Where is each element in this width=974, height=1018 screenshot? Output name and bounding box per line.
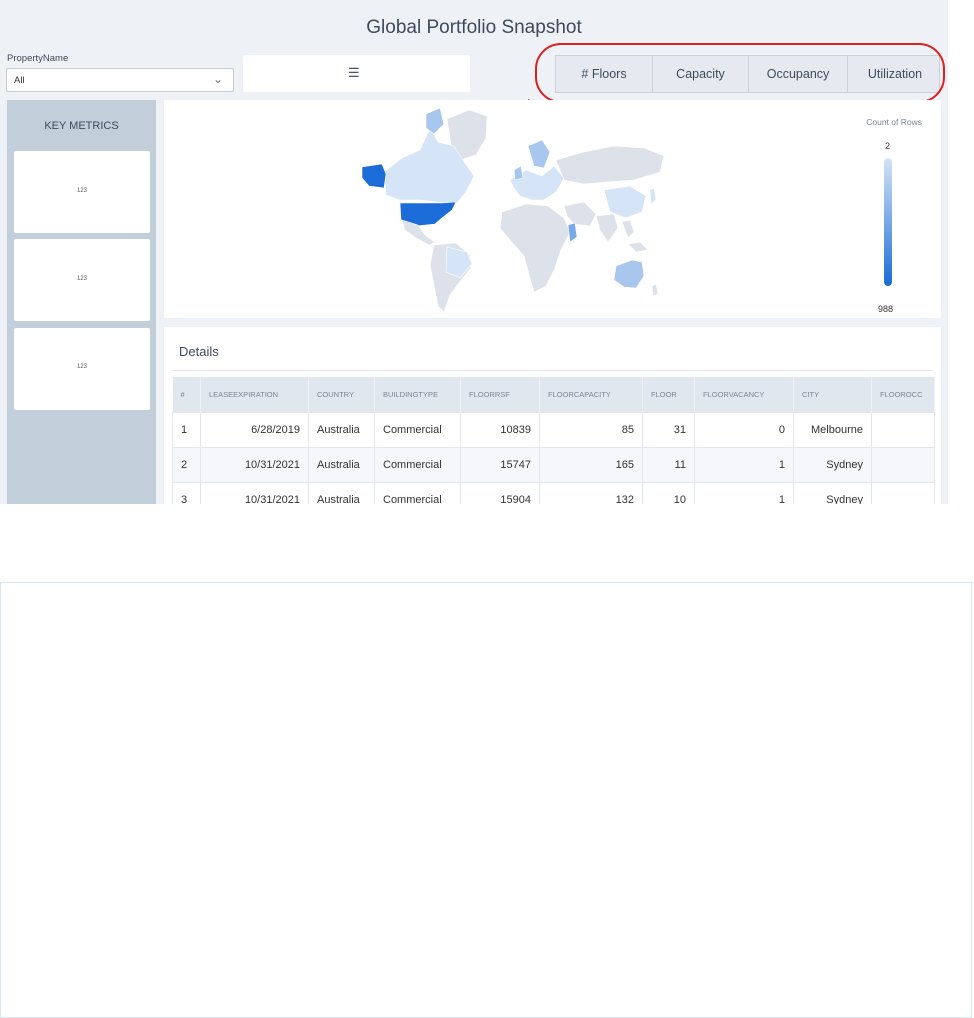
map-region-china	[603, 185, 647, 219]
table-cell: 3	[172, 482, 201, 504]
key-metrics-panel: KEY METRICS 123 123 123	[7, 100, 156, 504]
chevron-down-icon: ⌄	[212, 72, 223, 86]
table-cell: Commercial	[374, 412, 461, 448]
column-header[interactable]: FLOORCAPACITY	[539, 377, 643, 413]
table-header-row: # LEASEEXPIRATION COUNTRY BUILDINGTYPE F…	[172, 377, 935, 413]
map-region-alaska	[361, 163, 387, 189]
column-header[interactable]: BUILDINGTYPE	[374, 377, 461, 413]
metric-card[interactable]: 123	[14, 151, 150, 233]
details-panel: Details # LEASEEXPIRATION COUNTRY BUILDI…	[164, 327, 941, 504]
details-table: # LEASEEXPIRATION COUNTRY BUILDINGTYPE F…	[172, 377, 935, 504]
legend-gradient	[884, 158, 892, 286]
empty-frame	[0, 582, 972, 1018]
metric-value: 123	[76, 364, 87, 370]
page-title: Global Portfolio Snapshot	[366, 17, 582, 38]
map-region-uk	[513, 165, 524, 181]
table-cell: Australia	[308, 482, 375, 504]
world-map[interactable]	[164, 100, 941, 318]
map-region-arctic-islands	[425, 107, 445, 135]
map-region-brazil	[445, 246, 473, 279]
table-cell: 2	[172, 447, 201, 483]
map-region-southeast-asia	[621, 219, 635, 239]
table-cell: 6/28/2019	[200, 412, 309, 448]
world-map-panel: Count of Rows 2 988	[164, 100, 941, 318]
map-region-singapore	[567, 222, 578, 243]
column-header[interactable]: FLOOR	[642, 377, 695, 413]
table-cell: 10/31/2021	[200, 447, 309, 483]
divider	[172, 370, 933, 371]
table-cell: Sydney	[793, 482, 872, 504]
column-header[interactable]: #	[172, 377, 201, 413]
list-icon: ☰	[348, 65, 360, 80]
map-region-russia	[555, 145, 665, 185]
map-region-middle-east	[563, 201, 597, 227]
map-region-japan	[649, 187, 657, 205]
metric-value: 123	[76, 188, 87, 194]
map-region-new-zealand	[651, 283, 659, 297]
table-cell: Melbourne	[793, 412, 872, 448]
table-cell: 85	[539, 412, 643, 448]
legend-title: Count of Rows	[866, 117, 922, 127]
table-row[interactable]: 3 10/31/2021 Australia Commercial 15904 …	[172, 482, 935, 504]
metric-card[interactable]: 123	[14, 328, 150, 410]
column-header[interactable]: FLOOROCC	[871, 377, 935, 413]
table-cell: 0	[694, 412, 794, 448]
map-region-indonesia	[627, 241, 649, 253]
column-header[interactable]: CITY	[793, 377, 872, 413]
property-name-select[interactable]: All ⌄	[6, 68, 234, 92]
property-name-value: All	[14, 75, 25, 86]
column-header[interactable]: COUNTRY	[308, 377, 375, 413]
metric-value: 123	[76, 276, 87, 282]
table-cell: 11	[642, 447, 695, 483]
column-header[interactable]: FLOORRSF	[460, 377, 540, 413]
map-region-scandinavia	[527, 139, 551, 169]
table-cell: Commercial	[374, 447, 461, 483]
map-region-india	[595, 213, 619, 243]
table-cell: 165	[539, 447, 643, 483]
table-cell	[871, 412, 935, 448]
legend-min-label: 2	[885, 141, 891, 151]
key-metrics-heading: KEY METRICS	[44, 120, 119, 132]
column-header[interactable]: FLOORVACANCY	[694, 377, 794, 413]
table-cell: 10/31/2021	[200, 482, 309, 504]
table-cell: 15904	[460, 482, 540, 504]
map-region-australia	[613, 259, 645, 289]
table-cell: Australia	[308, 447, 375, 483]
table-cell: 1	[694, 482, 794, 504]
table-cell: 10	[642, 482, 695, 504]
property-filter-label: PropertyName	[7, 53, 69, 64]
table-cell: 31	[642, 412, 695, 448]
table-cell	[871, 447, 935, 483]
table-cell: 132	[539, 482, 643, 504]
table-cell	[871, 482, 935, 504]
map-region-africa	[499, 203, 571, 293]
details-title: Details	[179, 344, 219, 359]
list-view-button[interactable]: ☰	[243, 55, 470, 92]
metric-card[interactable]: 123	[14, 239, 150, 321]
highlight-oval	[535, 43, 945, 103]
table-cell: 1	[694, 447, 794, 483]
legend-max-label: 988	[878, 304, 894, 314]
dashboard: Global Portfolio Snapshot PropertyName A…	[0, 0, 948, 504]
table-row[interactable]: 1 6/28/2019 Australia Commercial 10839 8…	[172, 412, 935, 448]
table-cell: 15747	[460, 447, 540, 483]
table-cell: 1	[172, 412, 201, 448]
table-cell: Commercial	[374, 482, 461, 504]
table-cell: Australia	[308, 412, 375, 448]
column-header[interactable]: LEASEEXPIRATION	[200, 377, 309, 413]
table-row[interactable]: 2 10/31/2021 Australia Commercial 15747 …	[172, 447, 935, 483]
table-cell: 10839	[460, 412, 540, 448]
table-cell: Sydney	[793, 447, 872, 483]
